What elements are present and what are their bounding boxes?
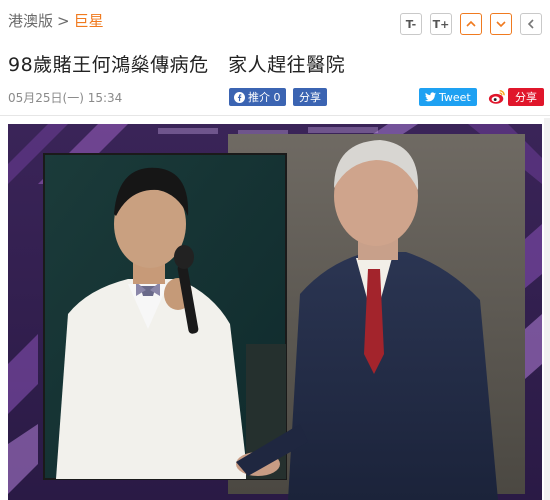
meta-bar: 05月25日(一) 15:34 推介 0 分享 Tweet 分享 — [0, 83, 550, 107]
chevron-down-icon — [496, 21, 506, 28]
weibo-icon — [488, 89, 505, 104]
chevron-up-icon — [466, 20, 476, 27]
twitter-label: Tweet — [439, 90, 471, 104]
weibo-share-button[interactable]: 分享 — [488, 88, 544, 106]
top-bar: 港澳版 > 巨星 T- T+ — [0, 0, 550, 50]
previous-button[interactable] — [460, 13, 482, 35]
photo-illustration — [8, 124, 542, 500]
toolbar: T- T+ — [400, 13, 542, 35]
chevron-left-icon — [527, 19, 534, 29]
font-smaller-button[interactable]: T- — [400, 13, 422, 35]
back-button[interactable] — [520, 13, 542, 35]
facebook-like-label: 推介 0 — [248, 91, 281, 104]
divider — [0, 115, 550, 116]
twitter-icon — [425, 92, 436, 102]
scrollbar[interactable] — [544, 118, 550, 500]
facebook-share-button[interactable]: 分享 — [293, 88, 327, 106]
facebook-like-button[interactable]: 推介 0 — [229, 88, 286, 106]
breadcrumb-section[interactable]: 港澳版 — [8, 12, 53, 30]
twitter-tweet-button[interactable]: Tweet — [419, 88, 477, 106]
facebook-icon — [234, 91, 245, 103]
text-larger-icon: T+ — [432, 17, 450, 31]
weibo-label: 分享 — [515, 91, 537, 104]
article-title: 98歲賭王何鴻燊傳病危 家人趕往醫院 — [8, 54, 346, 76]
facebook-share-label: 分享 — [299, 91, 321, 104]
publish-time: 05月25日(一) 15:34 — [8, 91, 123, 105]
article-photo — [8, 124, 542, 500]
breadcrumb-current[interactable]: 巨星 — [74, 12, 104, 30]
breadcrumb: 港澳版 > 巨星 — [8, 10, 104, 31]
breadcrumb-separator: > — [57, 12, 70, 30]
next-button[interactable] — [490, 13, 512, 35]
font-larger-button[interactable]: T+ — [430, 13, 452, 35]
text-smaller-icon: T- — [405, 17, 417, 31]
